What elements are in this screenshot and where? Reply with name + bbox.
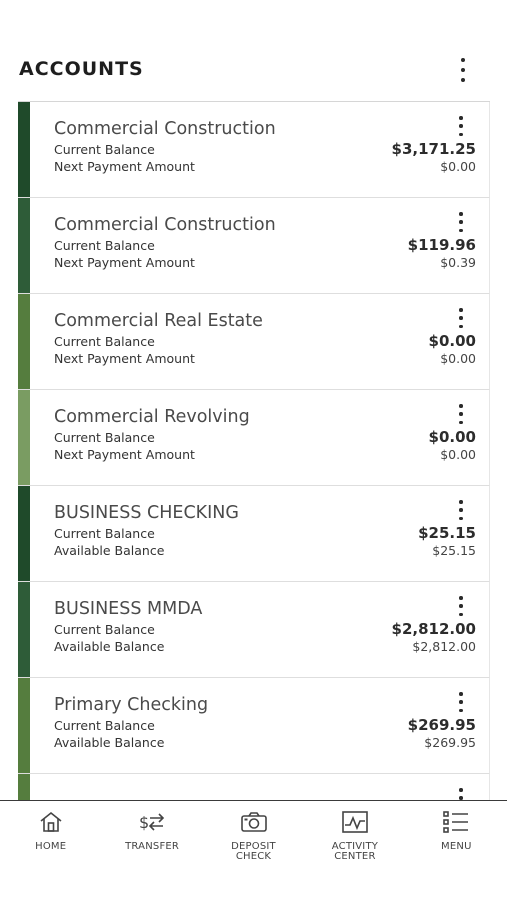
account-color-bar <box>18 390 30 485</box>
nav-activity-center[interactable]: ACTIVITY CENTER <box>304 801 405 870</box>
balance-label: Current Balance <box>54 526 155 541</box>
secondary-label: Available Balance <box>54 543 165 558</box>
camera-icon <box>240 809 268 835</box>
account-name: Primary Checking <box>54 695 209 715</box>
balance-value: $0.00 <box>428 428 476 446</box>
balance-value: $269.95 <box>407 716 476 734</box>
account-name: Commercial Construction <box>54 119 276 139</box>
account-options-icon[interactable] <box>454 692 468 712</box>
secondary-label: Next Payment Amount <box>54 351 195 366</box>
nav-home[interactable]: HOME <box>0 801 101 870</box>
account-options-icon[interactable] <box>454 308 468 328</box>
nav-deposit-check[interactable]: DEPOSIT CHECK <box>203 801 304 870</box>
account-card[interactable]: Commercial Construction Current Balance … <box>18 198 490 294</box>
balance-value: $119.96 <box>407 236 476 254</box>
secondary-value: $0.39 <box>440 255 476 270</box>
secondary-label: Available Balance <box>54 639 165 654</box>
account-card[interactable]: Commercial Revolving Current Balance Nex… <box>18 390 490 486</box>
nav-transfer-label: TRANSFER <box>125 841 180 852</box>
account-color-bar <box>18 678 30 773</box>
account-card[interactable]: BUSINESS CHECKING Current Balance Availa… <box>18 486 490 582</box>
secondary-value: $2,812.00 <box>412 639 476 654</box>
secondary-value: $0.00 <box>440 447 476 462</box>
balance-value: $3,171.25 <box>391 140 476 158</box>
secondary-label: Next Payment Amount <box>54 159 195 174</box>
account-name: Commercial Real Estate <box>54 311 263 331</box>
bottom-nav: HOME $ TRANSFER DEPOSIT CHECK ACTIVITY C… <box>0 800 507 870</box>
secondary-label: Available Balance <box>54 735 165 750</box>
account-card[interactable]: Primary Checking Current Balance Availab… <box>18 678 490 774</box>
account-name: BUSINESS MMDA <box>54 599 203 619</box>
secondary-label: Next Payment Amount <box>54 255 195 270</box>
balance-value: $0.00 <box>428 332 476 350</box>
secondary-value: $0.00 <box>440 159 476 174</box>
account-options-icon[interactable] <box>454 404 468 424</box>
accounts-list[interactable]: Commercial Construction Current Balance … <box>18 101 490 801</box>
account-options-icon[interactable] <box>454 116 468 136</box>
nav-menu[interactable]: MENU <box>406 801 507 870</box>
balance-label: Current Balance <box>54 334 155 349</box>
menu-list-icon <box>442 809 470 835</box>
nav-home-label: HOME <box>35 841 67 852</box>
balance-value: $2,812.00 <box>391 620 476 638</box>
footer-area <box>0 870 507 900</box>
account-name: BUSINESS CHECKING <box>54 503 239 523</box>
account-card[interactable]: Commercial Real Estate Current Balance N… <box>18 294 490 390</box>
nav-transfer[interactable]: $ TRANSFER <box>101 801 202 870</box>
more-options-icon[interactable] <box>456 58 470 82</box>
page-title: ACCOUNTS <box>19 58 144 80</box>
account-name: Commercial Revolving <box>54 407 250 427</box>
balance-label: Current Balance <box>54 142 155 157</box>
secondary-value: $269.95 <box>424 735 476 750</box>
transfer-icon: $ <box>138 809 166 835</box>
secondary-label: Next Payment Amount <box>54 447 195 462</box>
account-color-bar <box>18 198 30 293</box>
balance-value: $25.15 <box>418 524 476 542</box>
account-name: Commercial Construction <box>54 215 276 235</box>
home-icon <box>37 809 65 835</box>
account-card[interactable]: Commercial Construction Current Balance … <box>18 102 490 198</box>
nav-menu-label: MENU <box>441 841 472 852</box>
accounts-header: ACCOUNTS <box>0 50 507 90</box>
account-color-bar <box>18 486 30 581</box>
nav-deposit-label: DEPOSIT CHECK <box>231 841 276 862</box>
balance-label: Current Balance <box>54 622 155 637</box>
account-options-icon[interactable] <box>454 212 468 232</box>
balance-label: Current Balance <box>54 718 155 733</box>
nav-activity-label: ACTIVITY CENTER <box>331 841 379 862</box>
account-card-partial[interactable] <box>18 774 490 801</box>
balance-label: Current Balance <box>54 238 155 253</box>
account-options-icon[interactable] <box>454 596 468 616</box>
secondary-value: $25.15 <box>432 543 476 558</box>
account-card[interactable]: BUSINESS MMDA Current Balance Available … <box>18 582 490 678</box>
account-color-bar <box>18 774 30 801</box>
account-color-bar <box>18 582 30 677</box>
account-options-icon[interactable] <box>454 500 468 520</box>
account-color-bar <box>18 294 30 389</box>
activity-icon <box>341 809 369 835</box>
balance-label: Current Balance <box>54 430 155 445</box>
svg-text:$: $ <box>139 813 149 832</box>
account-color-bar <box>18 102 30 197</box>
secondary-value: $0.00 <box>440 351 476 366</box>
